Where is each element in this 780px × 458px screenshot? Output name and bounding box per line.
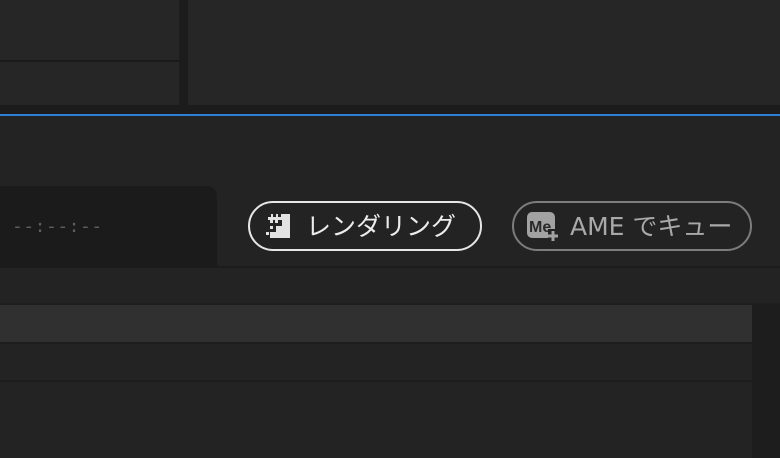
svg-text:Me: Me (529, 219, 551, 236)
upper-left-divider (0, 60, 179, 62)
upper-left-panel (0, 0, 179, 105)
section-divider (0, 266, 780, 268)
panel-gutter-horizontal[interactable] (0, 105, 780, 114)
upper-right-panel (188, 0, 780, 105)
render-icon (266, 214, 290, 238)
elapsed-timecode: --:--:-- (12, 216, 103, 237)
render-button-label: レンダリング (306, 211, 457, 241)
queue-row-separator (0, 342, 752, 344)
panel-gutter[interactable] (179, 0, 188, 108)
queue-list-header (0, 305, 752, 342)
queue-in-ame-button[interactable]: Me AME でキュー (512, 201, 752, 251)
media-encoder-queue-icon: Me (527, 212, 558, 242)
queue-scrollbar[interactable] (752, 305, 780, 458)
render-queue-panel: --:--:-- レンダリング Me AME でキュー (0, 0, 780, 458)
render-button[interactable]: レンダリング (248, 201, 482, 251)
queue-in-ame-button-label: AME でキュー (570, 211, 733, 241)
queue-row-separator (0, 380, 752, 382)
active-panel-highlight (0, 114, 780, 116)
